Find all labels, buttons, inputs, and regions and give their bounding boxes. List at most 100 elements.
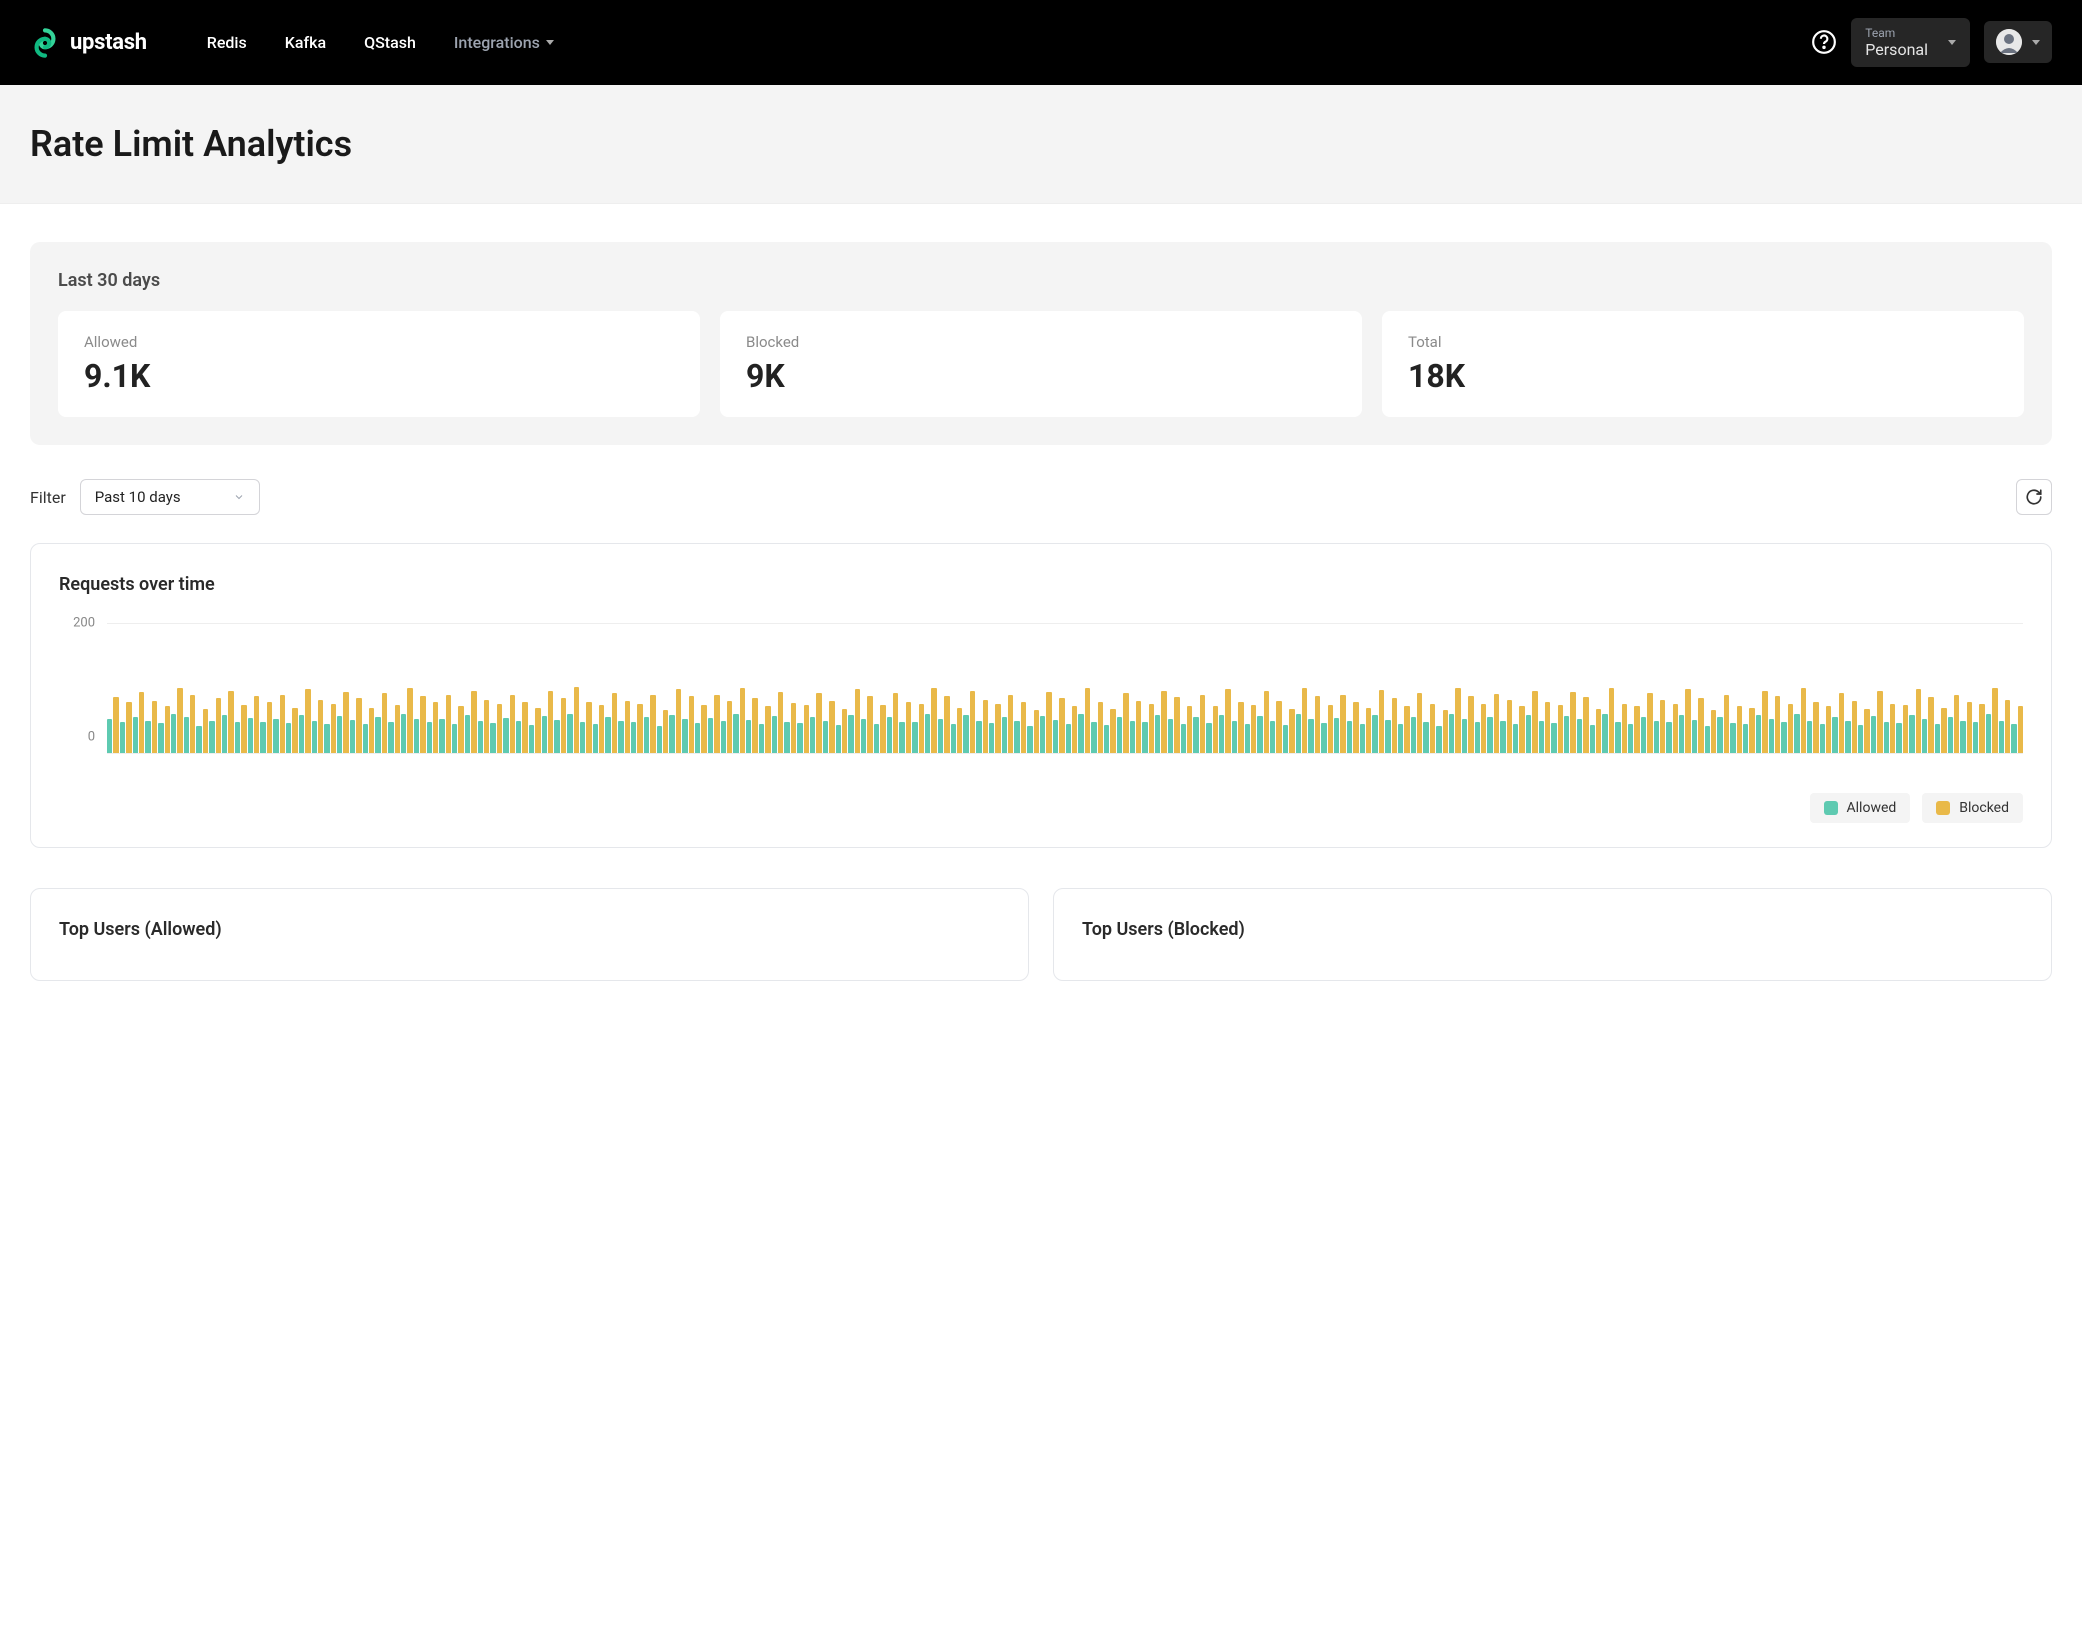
bar-allowed: [1078, 714, 1083, 753]
bar-allowed: [1769, 719, 1774, 753]
refresh-button[interactable]: [2016, 479, 2052, 515]
bar-allowed: [1845, 721, 1850, 754]
bar-group: [2011, 623, 2023, 753]
bar-blocked: [1251, 705, 1256, 753]
time-range-select[interactable]: Past 10 days: [80, 479, 260, 515]
bar-blocked: [292, 708, 297, 754]
bar-blocked: [944, 696, 949, 753]
nav-integrations[interactable]: Integrations: [454, 33, 554, 52]
y-tick: 200: [73, 616, 95, 631]
bar-allowed: [1066, 724, 1071, 753]
bar-group: [1922, 623, 1934, 753]
legend-label: Blocked: [1959, 800, 2009, 816]
bar-allowed: [836, 725, 841, 753]
bar-group: [1321, 623, 1333, 753]
bar-allowed: [1257, 716, 1262, 753]
bar-group: [529, 623, 541, 753]
nav-integrations-label: Integrations: [454, 33, 540, 52]
bar-allowed: [1896, 723, 1901, 753]
bar-group: [1219, 623, 1231, 753]
logo[interactable]: upstash: [30, 28, 147, 58]
bar-allowed: [1500, 721, 1505, 754]
bar-group: [1526, 623, 1538, 753]
bar-allowed: [772, 716, 777, 753]
bar-blocked: [970, 691, 975, 753]
bar-allowed: [490, 723, 495, 753]
legend-swatch-icon: [1824, 801, 1838, 815]
bar-group: [1654, 623, 1666, 753]
legend-allowed[interactable]: Allowed: [1810, 793, 1911, 823]
bar-blocked: [395, 705, 400, 753]
bar-allowed: [682, 719, 687, 753]
bar-allowed: [580, 722, 585, 753]
bar-group: [1590, 623, 1602, 753]
nav-kafka[interactable]: Kafka: [285, 33, 326, 52]
bar-group: [1500, 623, 1512, 753]
bar-group: [861, 623, 873, 753]
bar-allowed: [708, 718, 713, 753]
bar-group: [669, 623, 681, 753]
bar-group: [567, 623, 579, 753]
bar-allowed: [989, 723, 994, 753]
nav-redis[interactable]: Redis: [207, 33, 247, 52]
bar-group: [1960, 623, 1972, 753]
bar-blocked: [152, 701, 157, 753]
bar-blocked: [1788, 704, 1793, 753]
bar-blocked: [510, 695, 515, 753]
bar-blocked: [1609, 688, 1614, 753]
bar-blocked: [190, 695, 195, 754]
bar-allowed: [1871, 716, 1876, 753]
bar-allowed: [567, 714, 572, 753]
bar-blocked: [1392, 698, 1397, 753]
bar-allowed: [1142, 722, 1147, 753]
bar-blocked: [1826, 706, 1831, 753]
help-icon[interactable]: [1811, 29, 1837, 55]
bar-group: [133, 623, 145, 753]
bar-blocked: [1149, 704, 1154, 753]
bar-allowed: [1794, 714, 1799, 753]
bar-allowed: [1321, 723, 1326, 753]
bar-allowed: [1232, 721, 1237, 753]
team-selector[interactable]: Team Personal: [1851, 18, 1970, 68]
bar-blocked: [1443, 710, 1448, 753]
bar-group: [1398, 623, 1410, 753]
bar-blocked: [689, 696, 694, 753]
bar-allowed: [529, 725, 534, 753]
bar-group: [823, 623, 835, 753]
bar-allowed: [810, 717, 815, 753]
bar-allowed: [1027, 726, 1032, 753]
bar-allowed: [184, 717, 189, 753]
bar-blocked: [804, 705, 809, 753]
bar-group: [746, 623, 758, 753]
bar-group: [695, 623, 707, 753]
bar-allowed: [733, 714, 738, 753]
bar-group: [1308, 623, 1320, 753]
bar-group: [1168, 623, 1180, 753]
bar-group: [171, 623, 183, 753]
bar-allowed: [1487, 717, 1492, 753]
legend-blocked[interactable]: Blocked: [1922, 793, 2023, 823]
bar-allowed: [1539, 721, 1544, 753]
bar-group: [593, 623, 605, 753]
bar-allowed: [1730, 723, 1735, 753]
bar-blocked: [1494, 694, 1499, 753]
bar-allowed: [1922, 719, 1927, 753]
card-value: 9K: [746, 357, 1336, 395]
bar-allowed: [1296, 714, 1301, 753]
nav-qstash[interactable]: QStash: [364, 33, 416, 52]
bar-blocked: [714, 695, 719, 754]
bar-allowed: [1832, 717, 1837, 753]
bar-blocked: [522, 702, 527, 753]
chart-plot[interactable]: [107, 623, 2023, 753]
bar-blocked: [1737, 706, 1742, 753]
bar-allowed: [1705, 726, 1710, 753]
user-menu[interactable]: [1984, 21, 2052, 63]
bar-blocked: [867, 696, 872, 753]
bar-blocked: [701, 705, 706, 753]
bar-group: [1117, 623, 1129, 753]
bar-allowed: [133, 717, 138, 753]
bar-blocked: [1098, 702, 1103, 753]
bar-blocked: [906, 702, 911, 753]
bar-blocked: [1238, 702, 1243, 753]
bar-allowed: [1615, 722, 1620, 753]
